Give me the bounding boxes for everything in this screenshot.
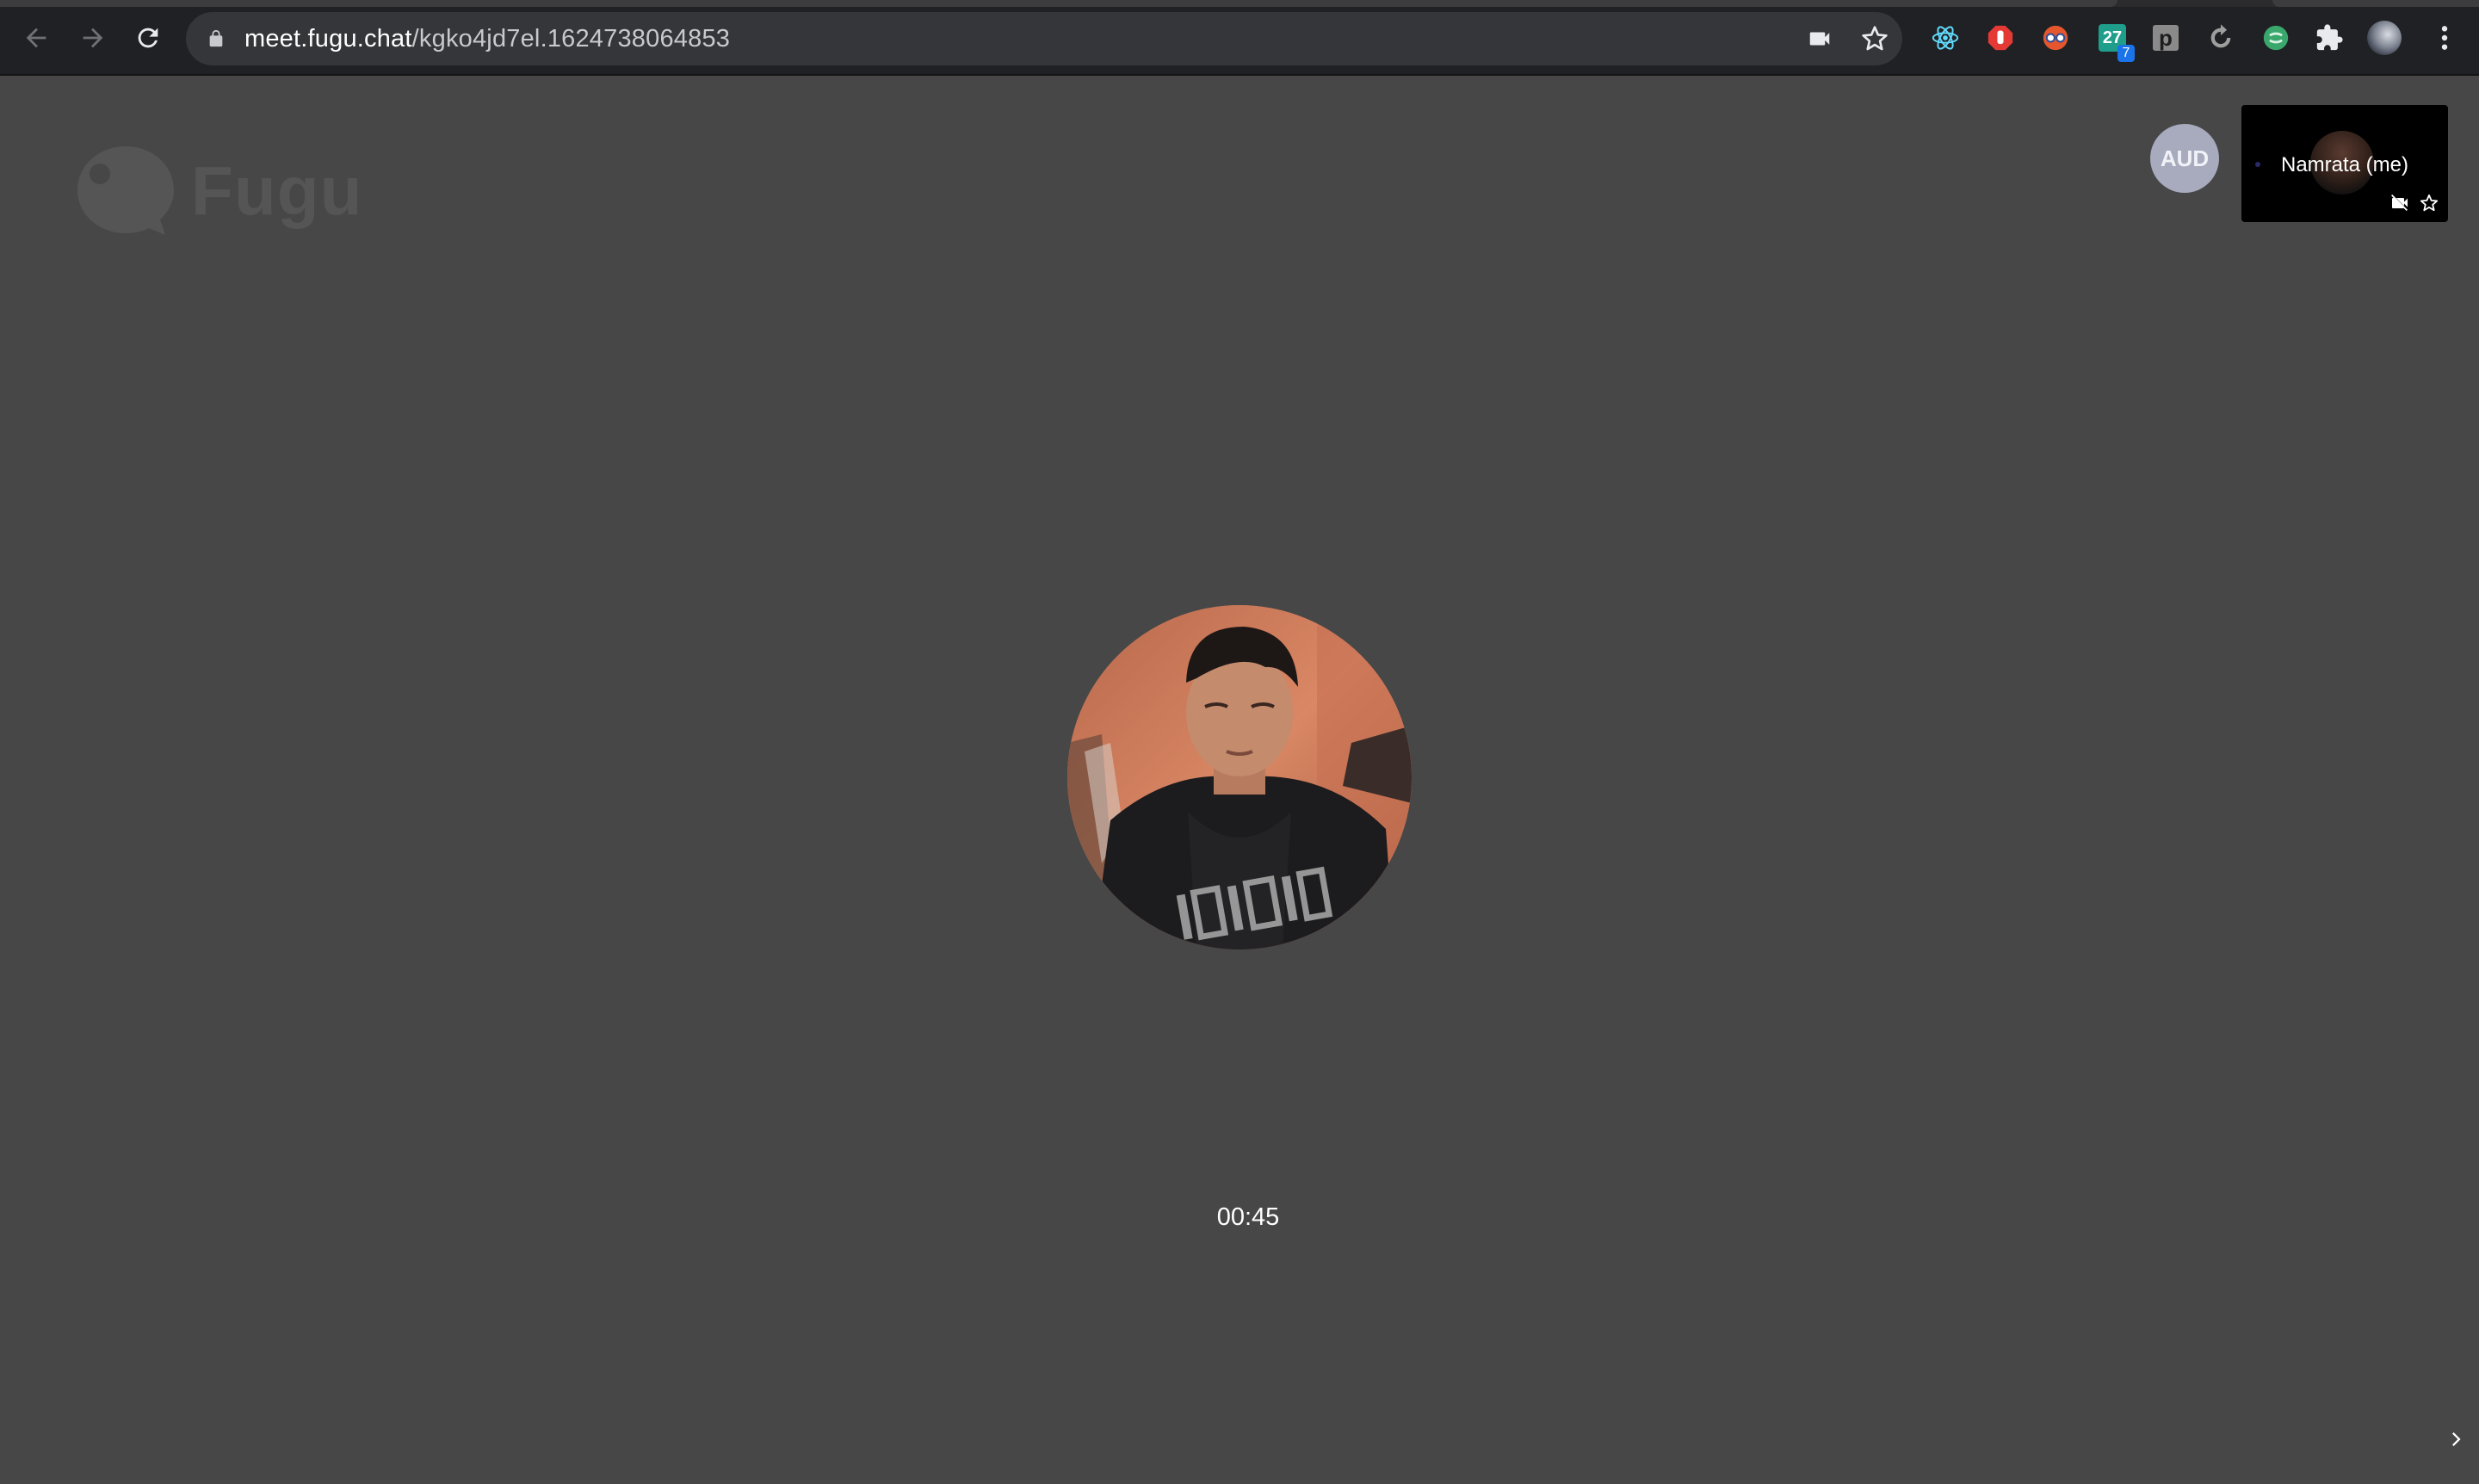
profile-avatar-image: [2367, 21, 2402, 55]
browser-toolbar: meet.fugu.chat/kgko4jd7el.1624738064853 …: [0, 0, 2479, 76]
chat-bubble-logo-icon: [77, 146, 174, 235]
call-timer: 00:45: [1216, 1203, 1280, 1231]
reload-icon: [138, 28, 158, 48]
glasses-icon: [2043, 25, 2068, 51]
puzzle-piece-icon: [2316, 24, 2343, 51]
browser-menu-button[interactable]: [2427, 21, 2462, 55]
p-extension-icon[interactable]: p: [2148, 21, 2183, 55]
kebab-menu-icon: [2441, 26, 2448, 50]
green-circle-extension-icon[interactable]: [2259, 21, 2293, 55]
p-letter-label: p: [2153, 25, 2179, 51]
tab-strip: [0, 0, 2479, 7]
calendar-extension-icon[interactable]: 27 7: [2095, 21, 2135, 62]
active-tab-edge[interactable]: [0, 0, 2117, 7]
lock-icon[interactable]: [207, 28, 226, 49]
green-swirl-icon: [2263, 25, 2289, 51]
camera-permission-button[interactable]: [1806, 25, 1833, 53]
video-off-icon: [2391, 195, 2408, 211]
forward-button[interactable]: [72, 17, 114, 59]
fugu-logo: Fugu: [74, 143, 362, 239]
caller-avatar: [1067, 605, 1412, 949]
react-atom-icon: [1932, 26, 1959, 50]
back-button[interactable]: [15, 17, 57, 59]
other-tab-edge[interactable]: [2272, 0, 2479, 7]
stop-hand-icon[interactable]: [1983, 21, 2018, 55]
video-camera-icon: [1809, 32, 1830, 46]
extensions-menu-button[interactable]: [2312, 21, 2346, 55]
video-off-button[interactable]: [2388, 191, 2412, 215]
self-name-label: Namrata (me): [2280, 153, 2409, 176]
pin-star-button[interactable]: [2417, 191, 2441, 215]
bookmark-button[interactable]: [1861, 25, 1889, 53]
star-outline-icon: [2420, 194, 2439, 212]
star-outline-icon: [1862, 26, 1888, 51]
react-devtools-icon[interactable]: [1928, 21, 1963, 55]
caller-photo: [1067, 605, 1412, 949]
arrow-left-icon: [26, 28, 46, 48]
profile-avatar[interactable]: [2367, 21, 2402, 55]
url-path: /kgko4jd7el.1624738064853: [411, 25, 731, 53]
participant-avatar[interactable]: AUD: [2150, 124, 2219, 193]
self-video-tile[interactable]: Namrata (me): [2241, 105, 2448, 222]
arrow-right-icon: [83, 28, 103, 48]
circular-arrow-icon: [2210, 24, 2231, 48]
refresh-extension-icon[interactable]: [2204, 21, 2238, 55]
url-text[interactable]: meet.fugu.chat/kgko4jd7el.1624738064853: [244, 25, 730, 53]
reload-button[interactable]: [127, 17, 169, 59]
logo-text: Fugu: [191, 152, 363, 229]
url-host: meet.fugu.chat: [244, 25, 412, 53]
hand-octagon-icon: [1988, 25, 2013, 51]
glasses-extension-icon[interactable]: [2038, 21, 2073, 55]
next-page-button[interactable]: [2441, 1424, 2472, 1455]
chevron-right-icon: [2452, 1432, 2461, 1446]
extension-badge: 7: [2117, 45, 2135, 62]
address-bar[interactable]: meet.fugu.chat/kgko4jd7el.1624738064853: [186, 12, 1902, 65]
